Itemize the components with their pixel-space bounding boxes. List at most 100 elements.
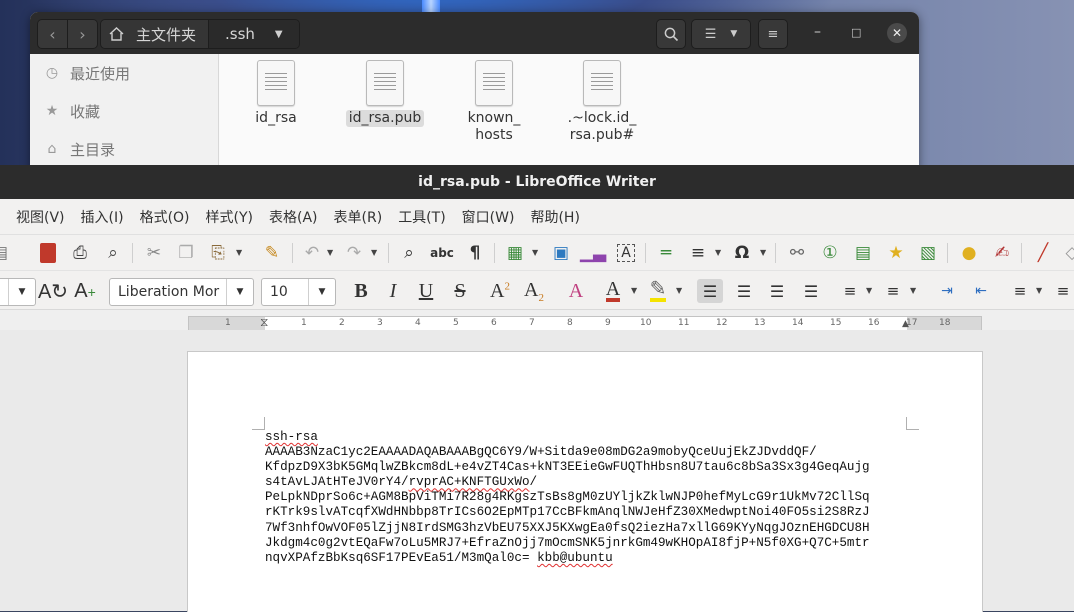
insert-table-button[interactable]: ▦: [503, 241, 527, 265]
special-character-button[interactable]: Ω: [730, 241, 754, 265]
underline-button[interactable]: U: [413, 279, 439, 303]
insert-footnote-button[interactable]: ①: [818, 241, 842, 265]
caret-down-icon[interactable]: ▼: [910, 286, 916, 295]
unordered-list-button[interactable]: ≡: [837, 279, 863, 303]
paste-button[interactable]: ⎘: [206, 241, 230, 265]
caret-down-icon[interactable]: ▼: [676, 286, 682, 295]
decrease-indent-button[interactable]: ⇤: [968, 279, 994, 303]
spelling-button[interactable]: abc: [430, 241, 454, 265]
paragraph-style-combo[interactable]: ▼: [0, 278, 36, 306]
insert-comment-button[interactable]: ●: [957, 241, 981, 265]
menu-form[interactable]: 表单(R): [326, 207, 391, 227]
align-right-button[interactable]: ☰: [764, 279, 790, 303]
align-center-button[interactable]: ☰: [731, 279, 757, 303]
maximize-button[interactable]: □: [851, 26, 861, 39]
print-button[interactable]: ⎙: [68, 241, 92, 265]
clone-formatting-button[interactable]: ✎: [260, 241, 284, 265]
sidebar-item-home[interactable]: ⌂ 主目录: [30, 130, 218, 168]
find-replace-button[interactable]: ⌕: [397, 241, 421, 265]
path-home-button[interactable]: 主文件夹: [101, 20, 209, 48]
insert-cross-reference-button[interactable]: ▧: [916, 241, 940, 265]
menu-table[interactable]: 表格(A): [261, 207, 326, 227]
print-preview-button[interactable]: ⌕: [101, 241, 125, 265]
line-spacing-button[interactable]: ≡: [1007, 279, 1033, 303]
file-manager-sidebar: ◷ 最近使用 ★ 收藏 ⌂ 主目录: [30, 54, 219, 172]
view-options-button[interactable]: ☰ ▼: [691, 19, 751, 49]
paragraph-spacing-button[interactable]: ≡: [1050, 279, 1074, 303]
document-text[interactable]: ssh-rsa AAAAB3NzaC1yc2EAAAADAQABAAABgQC6Y…: [265, 430, 870, 566]
export-pdf-button[interactable]: [36, 241, 60, 265]
insert-hyperlink-button[interactable]: ⚯: [785, 241, 809, 265]
font-color-button[interactable]: A: [600, 279, 626, 303]
redo-button[interactable]: ↷: [342, 241, 366, 265]
update-style-button[interactable]: A↻: [38, 279, 68, 303]
insert-field-button[interactable]: ≡: [686, 241, 710, 265]
caret-down-icon[interactable]: ▼: [760, 248, 766, 257]
copy-button[interactable]: ❐: [174, 241, 198, 265]
menu-insert[interactable]: 插入(I): [73, 207, 132, 227]
sidebar-item-starred[interactable]: ★ 收藏: [30, 92, 218, 130]
path-current-button[interactable]: .ssh ▼: [208, 20, 299, 48]
menu-help[interactable]: 帮助(H): [522, 207, 587, 227]
cut-button[interactable]: ✂: [142, 241, 166, 265]
insert-image-button[interactable]: ▣: [549, 241, 573, 265]
file-item-id-rsa[interactable]: id_rsa: [221, 60, 331, 127]
italic-button[interactable]: I: [380, 279, 406, 303]
track-changes-button[interactable]: ✍: [990, 241, 1014, 265]
subscript-button[interactable]: A2: [521, 279, 547, 304]
caret-down-icon[interactable]: ▼: [327, 248, 333, 257]
file-item-lock-file[interactable]: .~lock.id_ rsa.pub#: [547, 60, 657, 144]
text-segment-misspelled: kbb@ubuntu: [537, 550, 613, 565]
caret-down-icon[interactable]: ▼: [226, 279, 253, 305]
caret-down-icon[interactable]: ▼: [1036, 286, 1042, 295]
menu-button[interactable]: ≡: [758, 19, 788, 49]
text-line: PeLpkNDprSo6c+AGM8BpViTMi7R28g4RKgszTsBs…: [265, 490, 870, 505]
justify-button[interactable]: ☰: [798, 279, 824, 303]
open-button[interactable]: ▤: [0, 241, 12, 265]
indent-marker-icon[interactable]: ⧖: [260, 315, 268, 330]
insert-page-break-button[interactable]: ═: [654, 241, 678, 265]
caret-down-icon[interactable]: ▼: [308, 279, 335, 305]
caret-down-icon[interactable]: ▼: [236, 248, 242, 257]
back-button[interactable]: ‹: [38, 20, 67, 48]
right-indent-marker-icon[interactable]: ▲: [902, 319, 909, 329]
strikethrough-button[interactable]: S: [447, 279, 473, 303]
new-style-button[interactable]: A+: [72, 279, 98, 303]
file-item-known-hosts[interactable]: known_ hosts: [439, 60, 549, 144]
formatting-marks-button[interactable]: ¶: [463, 241, 487, 265]
sidebar-item-recent[interactable]: ◷ 最近使用: [30, 54, 218, 92]
insert-textbox-button[interactable]: A: [614, 241, 638, 265]
basic-shapes-button[interactable]: ◇: [1060, 241, 1074, 265]
align-left-button[interactable]: ☰: [697, 279, 723, 303]
insert-endnote-button[interactable]: ▤: [851, 241, 875, 265]
file-item-id-rsa-pub[interactable]: id_rsa.pub: [330, 60, 440, 127]
search-button[interactable]: [656, 19, 686, 49]
superscript-button[interactable]: A2: [487, 279, 513, 303]
clear-formatting-button[interactable]: A: [563, 279, 589, 303]
caret-down-icon[interactable]: ▼: [371, 248, 377, 257]
menu-window[interactable]: 窗口(W): [454, 207, 523, 227]
caret-down-icon[interactable]: ▼: [715, 248, 721, 257]
forward-button[interactable]: ›: [67, 20, 97, 48]
ordered-list-button[interactable]: ≡: [880, 279, 906, 303]
caret-down-icon[interactable]: ▼: [631, 286, 637, 295]
insert-chart-button[interactable]: ▁▃: [580, 241, 606, 265]
caret-down-icon[interactable]: ▼: [866, 286, 872, 295]
insert-line-button[interactable]: ╱: [1031, 241, 1055, 265]
increase-indent-button[interactable]: ⇥: [934, 279, 960, 303]
bold-button[interactable]: B: [348, 279, 374, 303]
menu-tools[interactable]: 工具(T): [390, 207, 453, 227]
close-button[interactable]: ✕: [887, 23, 907, 43]
menu-styles[interactable]: 样式(Y): [198, 207, 261, 227]
undo-button[interactable]: ↶: [300, 241, 324, 265]
menu-format[interactable]: 格式(O): [132, 207, 198, 227]
menu-view[interactable]: 视图(V): [8, 207, 73, 227]
highlight-button[interactable]: ✎: [645, 279, 671, 303]
caret-down-icon[interactable]: ▼: [532, 248, 538, 257]
insert-bookmark-button[interactable]: ★: [884, 241, 908, 265]
font-size-combo[interactable]: 10 ▼: [261, 278, 336, 306]
font-name-combo[interactable]: Liberation Mor ▼: [109, 278, 254, 306]
caret-down-icon[interactable]: ▼: [8, 279, 35, 305]
paintbrush-icon: ✎: [264, 243, 280, 263]
minimize-button[interactable]: –: [814, 24, 821, 40]
